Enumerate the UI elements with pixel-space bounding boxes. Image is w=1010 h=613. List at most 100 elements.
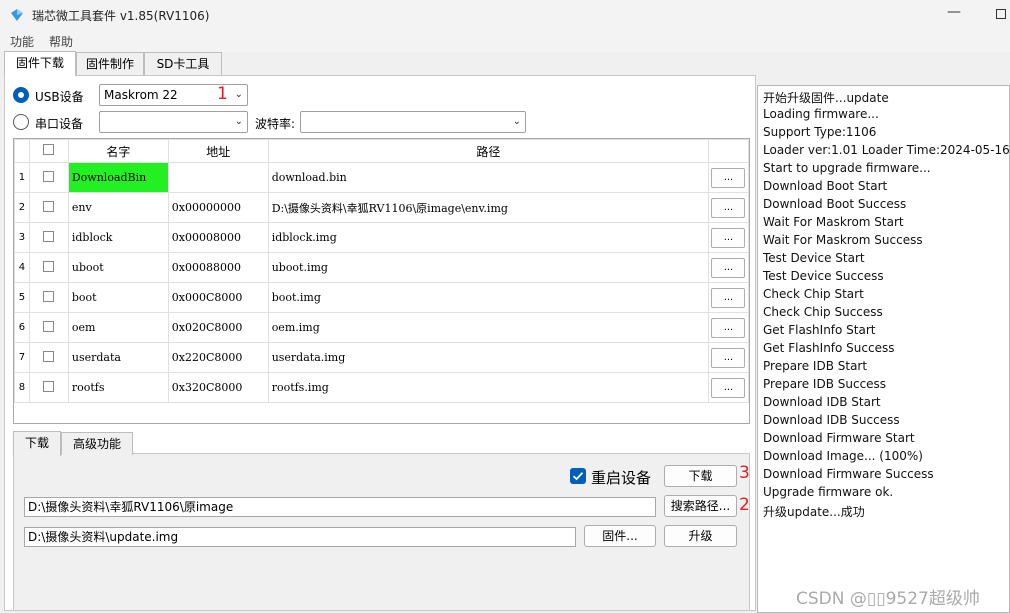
- firmware-button[interactable]: 固件...: [584, 525, 656, 547]
- tab-advanced[interactable]: 高级功能: [61, 432, 133, 455]
- log-panel[interactable]: 开始升级固件...update Loading firmware... Supp…: [757, 85, 1010, 613]
- firmware-path-field[interactable]: D:\摄像头资料\update.img: [24, 527, 576, 547]
- browse-button[interactable]: ...: [711, 257, 746, 278]
- row-checkbox[interactable]: [43, 170, 55, 182]
- annotation-3: 3: [739, 463, 750, 483]
- browse-button[interactable]: ...: [711, 287, 746, 308]
- log-line: Get FlashInfo Success: [763, 341, 895, 355]
- row-path[interactable]: download.bin: [267, 162, 709, 193]
- log-line: Check Chip Success: [763, 305, 883, 319]
- row-btn-cell: ...: [707, 342, 749, 373]
- restart-label: 重启设备: [591, 469, 652, 487]
- restart-checkbox[interactable]: [570, 468, 586, 484]
- maximize-icon[interactable]: [996, 9, 1006, 19]
- tab-firmware-make[interactable]: 固件制作: [76, 52, 144, 75]
- row-checkbox[interactable]: [43, 200, 55, 212]
- row-checkbox[interactable]: [43, 380, 55, 392]
- row-num: 8: [14, 372, 30, 403]
- serial-radio[interactable]: [13, 114, 29, 130]
- row-name[interactable]: env: [67, 192, 169, 223]
- row-checkbox[interactable]: [43, 260, 55, 272]
- row-num: 5: [14, 282, 30, 313]
- row-btn-cell: ...: [707, 252, 749, 283]
- chevron-down-icon: ⌄: [234, 89, 243, 100]
- row-checkbox[interactable]: [43, 320, 55, 332]
- log-line: Download Boot Start: [763, 179, 888, 193]
- row-address[interactable]: 0x00000000: [167, 192, 269, 223]
- tab-firmware-download[interactable]: 固件下载: [4, 51, 76, 76]
- browse-button[interactable]: ...: [711, 377, 746, 398]
- usb-device-value: Maskrom 22: [104, 88, 178, 102]
- log-line: Download IDB Success: [763, 413, 900, 427]
- search-path-field[interactable]: D:\摄像头资料\幸狐RV1106\原image: [24, 497, 656, 517]
- serial-device-select[interactable]: ⌄: [99, 111, 248, 133]
- row-path[interactable]: userdata.img: [267, 342, 709, 373]
- minimize-icon[interactable]: —: [944, 4, 964, 20]
- browse-button[interactable]: ...: [711, 317, 746, 338]
- row-check-cell: [28, 282, 69, 313]
- row-path[interactable]: idblock.img: [267, 222, 709, 253]
- main-tabs: 固件下载 固件制作 SD卡工具: [0, 51, 1010, 76]
- row-path[interactable]: rootfs.img: [267, 372, 709, 403]
- table-row: 5 boot 0x000C8000 boot.img ...: [14, 282, 749, 313]
- row-address[interactable]: 0x220C8000: [167, 342, 269, 373]
- header-name: 名字: [67, 139, 169, 163]
- log-line: Wait For Maskrom Start: [763, 215, 904, 229]
- usb-radio[interactable]: [13, 87, 29, 103]
- select-all-checkbox[interactable]: [43, 144, 55, 155]
- log-line: Loading firmware...: [763, 107, 879, 121]
- row-address[interactable]: 0x00088000: [167, 252, 269, 283]
- log-line: Download Boot Success: [763, 197, 907, 211]
- row-checkbox[interactable]: [43, 290, 55, 302]
- annotation-1: 1: [217, 84, 228, 104]
- row-name[interactable]: DownloadBin: [67, 162, 169, 193]
- menu-help[interactable]: 帮助: [49, 33, 73, 50]
- row-path[interactable]: uboot.img: [267, 252, 709, 283]
- row-checkbox[interactable]: [43, 350, 55, 362]
- row-num: 6: [14, 312, 30, 343]
- log-line: Download Firmware Start: [763, 431, 915, 445]
- row-btn-cell: ...: [707, 162, 749, 193]
- log-line: Start to upgrade firmware...: [763, 161, 931, 175]
- row-name[interactable]: uboot: [67, 252, 169, 283]
- row-address[interactable]: 0x00008000: [167, 222, 269, 253]
- row-address[interactable]: 0x320C8000: [167, 372, 269, 403]
- table-row: 8 rootfs 0x320C8000 rootfs.img ...: [14, 372, 749, 403]
- log-line: Test Device Success: [763, 269, 884, 283]
- row-path[interactable]: boot.img: [267, 282, 709, 313]
- row-num: 4: [14, 252, 30, 283]
- browse-button[interactable]: ...: [711, 227, 746, 248]
- chevron-down-icon: ⌄: [512, 116, 521, 127]
- browse-button[interactable]: ...: [711, 167, 746, 188]
- tab-sd-tool[interactable]: SD卡工具: [144, 52, 222, 75]
- search-path-button[interactable]: 搜索路径...: [664, 495, 737, 517]
- tab-download[interactable]: 下载: [13, 431, 61, 456]
- row-path[interactable]: oem.img: [267, 312, 709, 343]
- browse-button[interactable]: ...: [711, 197, 746, 218]
- row-name[interactable]: rootfs: [67, 372, 169, 403]
- baud-select[interactable]: ⌄: [300, 111, 526, 133]
- row-checkbox[interactable]: [43, 230, 55, 242]
- table-header: 名字 地址 路径: [14, 139, 749, 163]
- row-check-cell: [28, 342, 69, 373]
- download-button[interactable]: 下载: [664, 465, 737, 487]
- check-icon: [572, 472, 584, 481]
- header-address: 地址: [167, 139, 269, 163]
- row-path[interactable]: D:\摄像头资料\幸狐RV1106\原image\env.img: [267, 192, 709, 223]
- log-line: Loader ver:1.01 Loader Time:2024-05-16 0…: [763, 143, 1010, 157]
- window-title: 瑞芯微工具套件 v1.85(RV1106): [32, 9, 210, 23]
- app-icon: [11, 9, 23, 21]
- row-address[interactable]: 0x000C8000: [167, 282, 269, 313]
- log-line: Upgrade firmware ok.: [763, 485, 894, 499]
- log-line: Support Type:1106: [763, 125, 877, 139]
- menu-function[interactable]: 功能: [10, 33, 34, 50]
- upgrade-button[interactable]: 升级: [664, 525, 737, 547]
- row-address[interactable]: [167, 162, 269, 193]
- row-name[interactable]: idblock: [67, 222, 169, 253]
- row-address[interactable]: 0x020C8000: [167, 312, 269, 343]
- title-bar: 瑞芯微工具套件 v1.85(RV1106) —: [0, 0, 1010, 30]
- browse-button[interactable]: ...: [711, 347, 746, 368]
- row-name[interactable]: oem: [67, 312, 169, 343]
- row-name[interactable]: userdata: [67, 342, 169, 373]
- row-name[interactable]: boot: [67, 282, 169, 313]
